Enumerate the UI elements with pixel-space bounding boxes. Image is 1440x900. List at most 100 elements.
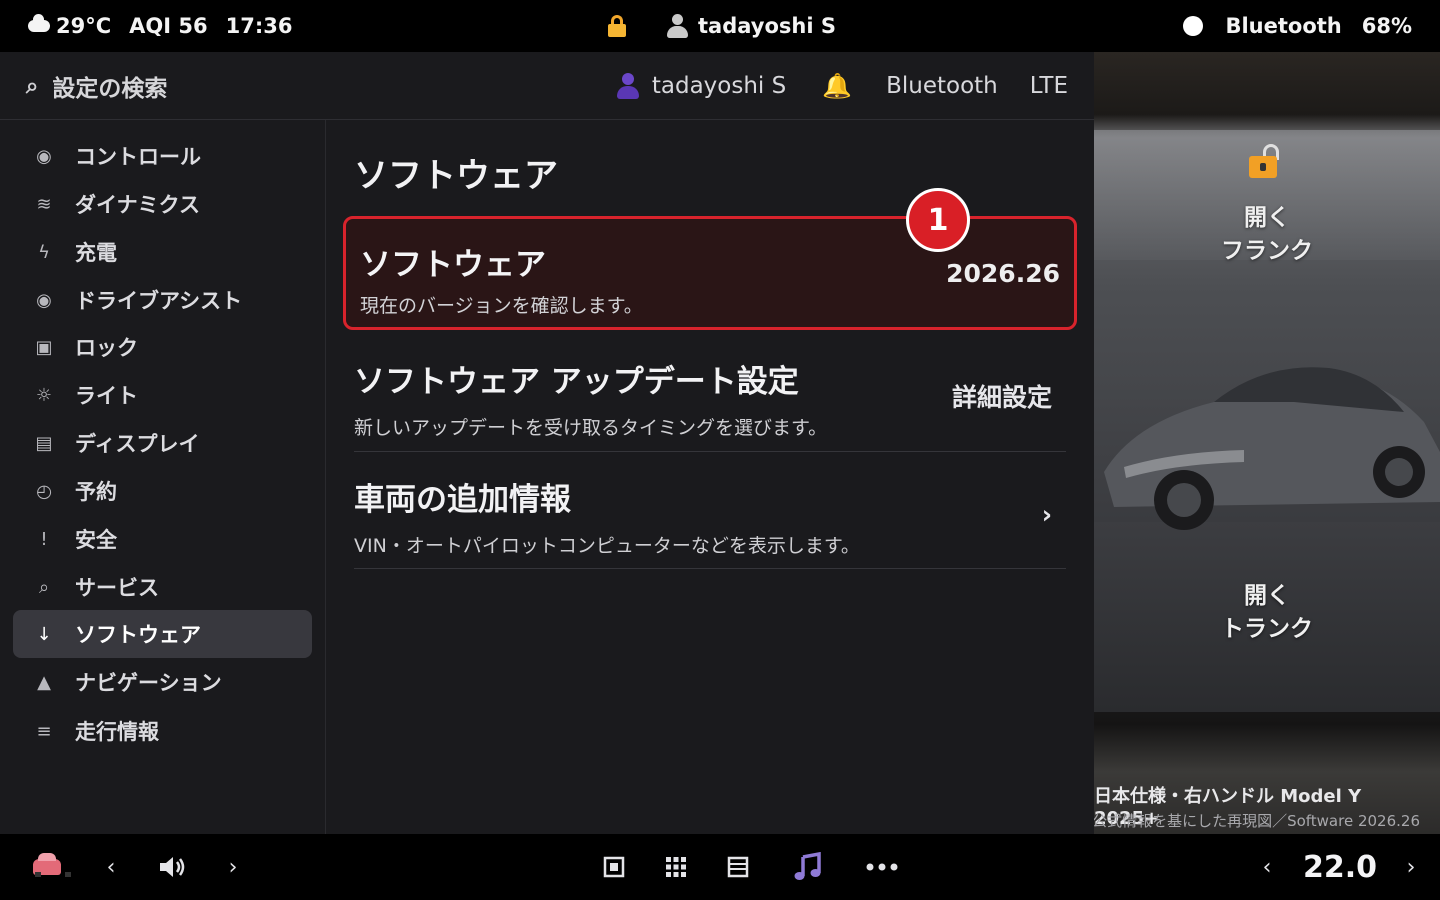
step-badge: 1 [906,188,970,252]
battery-level: 68% [1361,14,1412,38]
search-placeholder: 設定の検索 [52,76,168,102]
settings-panel: ⌕ 設定の検索 tadayoshi S 🔔 Bluetooth LTE ◉ コント… [0,52,1094,834]
sidebar-item-label: ナビゲーション [75,671,222,695]
status-center: tadayoshi S [608,0,836,52]
temperature-up-button[interactable]: › [1400,834,1422,900]
sidebar: ◉ コントロール ≋ ダイナミクス ϟ 充電 ◉ ドライブアシスト ▣ ロック ☼ ライト … [0,120,326,834]
row-title: 車両の追加情報 [354,482,571,518]
additional-vehicle-info-row[interactable]: 車両の追加情報 VIN・オートパイロットコンピューターなどを表示します。 › [354,474,1066,557]
volume-prev-button[interactable]: ‹ [100,834,122,900]
open-trunk-button[interactable]: 開く トランク [1094,580,1440,646]
status-bar: 29°C AQI 56 17:36 tadayoshi S Bluetooth … [0,0,1440,52]
download-icon: ↓ [36,623,52,645]
sidebar-item-label: 安全 [75,528,117,552]
sidebar-item-label: ダイナミクス [75,193,200,217]
sidebar-item-service[interactable]: ⌕ サービス [13,563,312,611]
clock: 17:36 [225,14,293,38]
temperature-down-button[interactable]: ‹ [1256,834,1278,900]
unlock-icon[interactable] [1249,144,1279,178]
sidebar-item-label: サービス [75,576,159,600]
speaker-icon[interactable] [154,834,190,900]
frunk-label-line1: 開く [1244,205,1290,231]
sidebar-item-software[interactable]: ↓ ソフトウェア [13,610,312,658]
sidebar-item-lights[interactable]: ☼ ライト [13,371,312,419]
sidebar-item-display[interactable]: ▤ ディスプレイ [13,419,312,467]
search-icon: ⌕ [26,73,39,99]
vehicle-visualization: 開く フランク 開く トランク 日本仕様・右ハンドル Model Y 2025+… [1094,52,1440,834]
sidebar-item-label: ロック [75,336,138,360]
trunk-label-line2: トランク [1221,616,1313,642]
lock-icon[interactable] [608,15,626,37]
sidebar-item-label: ライト [75,384,138,408]
music-icon[interactable] [792,834,824,900]
top-bar-right: tadayoshi S 🔔 Bluetooth LTE [616,52,1068,120]
open-frunk-button[interactable]: 開く フランク [1094,202,1440,268]
sidebar-item-controls[interactable]: ◉ コントロール [13,132,312,180]
row-title: ソフトウェア [360,247,546,283]
settings-top-bar: ⌕ 設定の検索 tadayoshi S 🔔 Bluetooth LTE [0,52,1094,120]
sidebar-item-safety[interactable]: ! 安全 [13,515,312,563]
light-icon: ☼ [35,384,53,406]
service-icon: ⌕ [38,576,50,598]
dynamics-icon: ≋ [36,193,52,215]
more-icon[interactable] [864,834,900,900]
aqi: AQI 56 [129,14,208,38]
main-content: ソフトウェア ソフトウェア 現在のバージョンを確認します。 2026.26 1 … [326,120,1094,834]
bell-icon[interactable]: 🔔 [822,72,852,100]
sidebar-item-charging[interactable]: ϟ 充電 [13,228,312,276]
advanced-settings-button[interactable]: 詳細設定 [952,356,1052,436]
trunk-label-line1: 開く [1244,583,1290,609]
network-status: LTE [1029,73,1068,99]
car-icon[interactable] [30,834,71,900]
sidebar-item-label: 走行情報 [75,720,159,744]
sidebar-item-drive-assist[interactable]: ◉ ドライブアシスト [13,276,312,324]
software-update-settings-row[interactable]: ソフトウェア アップデート設定 新しいアップデートを受け取るタイミングを選びます… [354,356,1066,439]
sidebar-item-label: ドライブアシスト [75,289,243,313]
profile-name[interactable]: tadayoshi S [652,73,786,99]
controls-icon: ◉ [36,145,52,167]
bluetooth-status-icon [1183,16,1204,36]
chevron-right-icon: › [1041,499,1052,529]
divider [354,568,1066,569]
sidebar-item-label: 充電 [75,241,117,265]
status-right: Bluetooth 68% [1183,0,1412,52]
sidebar-item-trips[interactable]: ≡ 走行情報 [13,707,312,755]
cabin-temperature: 22.0 [1302,849,1378,885]
camera-app-icon[interactable] [601,834,627,900]
bottom-dock: ‹ › ‹ 22.0 › [0,834,1440,900]
row-subtitle: VIN・オートパイロットコンピューターなどを表示します。 [354,535,860,557]
charging-icon: ϟ [38,241,50,263]
navigation-icon: ▲ [37,671,51,693]
sidebar-item-label: ディスプレイ [75,432,200,456]
profile-icon [666,13,688,39]
profile-name[interactable]: tadayoshi S [698,14,836,38]
page-title: ソフトウェア [354,156,558,196]
sidebar-item-label: コントロール [75,145,201,169]
cloud-icon [28,14,50,32]
sidebar-item-navigation[interactable]: ▲ ナビゲーション [13,658,312,706]
outside-temperature: 29°C [56,14,112,38]
drive-assist-icon: ◉ [36,289,52,311]
divider [354,451,1066,452]
menu-icon: ≡ [36,720,52,742]
list-app-icon[interactable] [725,834,751,900]
vehicle-image [1104,367,1440,530]
sidebar-item-schedule[interactable]: ◴ 予約 [13,467,312,515]
display-icon: ▤ [35,432,53,454]
sidebar-item-dynamics[interactable]: ≋ ダイナミクス [13,180,312,228]
bluetooth-label: Bluetooth [1225,14,1342,38]
search-input[interactable]: ⌕ 設定の検索 [26,52,167,120]
sidebar-item-lock[interactable]: ▣ ロック [13,323,312,371]
sidebar-item-label: ソフトウェア [75,623,201,647]
clock-icon: ◴ [36,480,52,502]
exclamation-icon: ! [40,528,48,550]
sidebar-item-label: 予約 [75,480,117,504]
lock-icon: ▣ [35,336,53,358]
apps-grid-icon[interactable] [663,834,689,900]
profile-icon [616,73,640,99]
bluetooth-button[interactable]: Bluetooth [886,73,998,99]
row-subtitle: 現在のバージョンを確認します。 [360,295,643,317]
vehicle-source-note: EVNOVA実車画面＋Tesla公式情報を基にした再現図／Software 20… [1094,812,1420,830]
volume-next-button[interactable]: › [222,834,244,900]
frunk-label-line2: フランク [1221,238,1313,264]
